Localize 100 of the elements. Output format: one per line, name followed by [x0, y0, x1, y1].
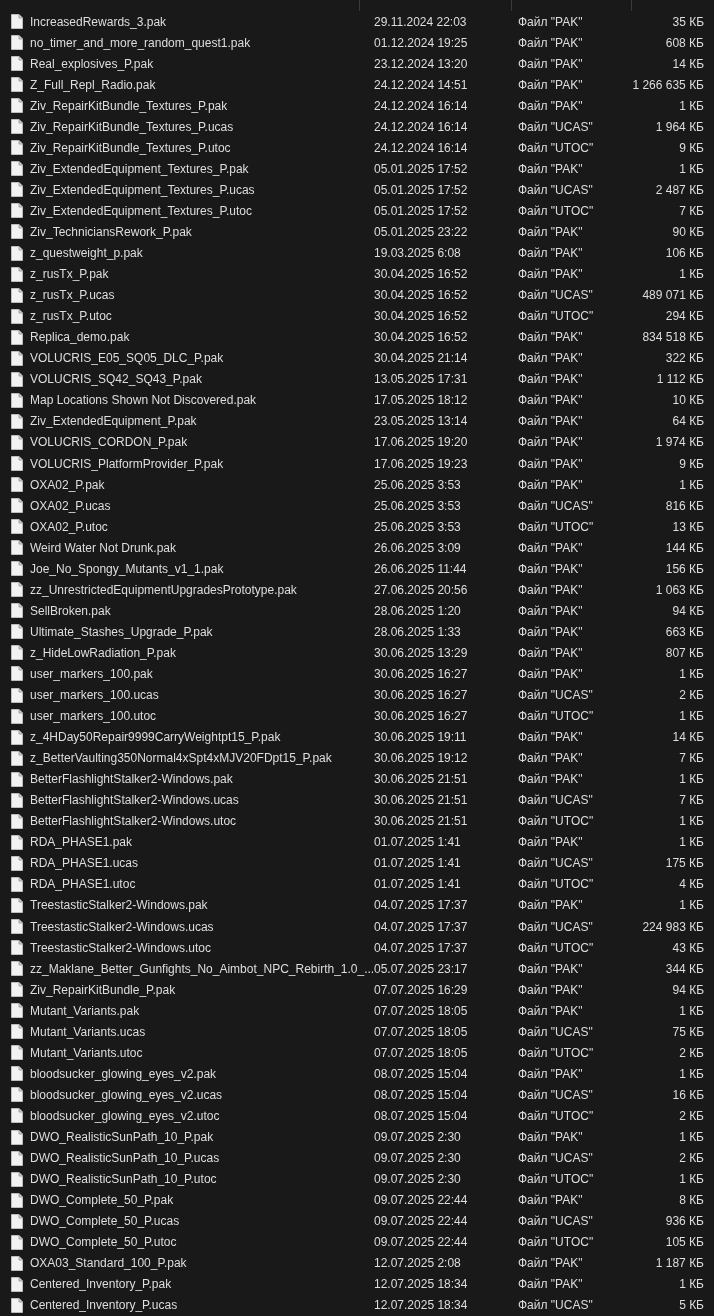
file-name[interactable]: Ziv_ExtendedEquipment_Textures_P.utoc	[30, 203, 252, 218]
file-icon	[11, 287, 23, 303]
file-name[interactable]: user_markers_100.ucas	[30, 688, 159, 702]
file-icon	[11, 876, 23, 892]
file-name[interactable]: zz_Maklane_Better_Gunfights_No_Aimbot_NPC_Rebirth_1.0_...	[30, 961, 375, 976]
file-name[interactable]: user_markers_100.pak	[30, 666, 153, 681]
date-modified: 30.06.2025 19:12	[374, 751, 468, 766]
file-name[interactable]: Ziv_ExtendedEquipment_P.pak	[30, 414, 197, 429]
file-icon	[11, 729, 23, 745]
file-type: Файл "UTOC"	[518, 140, 594, 155]
file-name[interactable]: Ziv_RepairKitBundle_P.pak	[30, 982, 176, 997]
file-name[interactable]: VOLUCRIS_E05_SQ05_DLC_P.pak	[30, 351, 224, 366]
file-name[interactable]: zz_UnrestrictedEquipmentUpgradesPrototype.pak	[30, 582, 297, 597]
file-size: 7 КБ	[679, 751, 704, 766]
file-name[interactable]: z_BetterVaulting350Normal4xSpt4xMJV20FDpt15_P.pak	[30, 751, 332, 766]
file-name[interactable]: Ziv_TechniciansRework_P.pak	[30, 225, 192, 239]
file-type: Файл "PAK"	[518, 393, 583, 408]
file-name[interactable]: Z_Full_Repl_Radio.pak	[30, 77, 156, 92]
file-type: Файл "PAK"	[518, 161, 583, 176]
date-modified: 01.12.2024 19:25	[374, 35, 468, 50]
file-name[interactable]: bloodsucker_glowing_eyes_v2.ucas	[30, 1087, 223, 1102]
file-name[interactable]: VOLUCRIS_SQ42_SQ43_P.pak	[30, 372, 202, 387]
file-name[interactable]: DWO_Complete_50_P.pak	[30, 1193, 174, 1208]
date-modified: 07.07.2025 18:05	[374, 1045, 468, 1060]
file-name[interactable]: Ziv_RepairKitBundle_Textures_P.ucas	[30, 119, 234, 134]
date-modified: 25.06.2025 3:53	[374, 519, 461, 534]
file-name[interactable]: OXA02_P.pak	[30, 477, 105, 492]
file-name[interactable]: z_4HDay50Repair9999CarryWeightpt15_P.pak	[30, 730, 281, 745]
file-icon	[11, 792, 23, 808]
file-size: 834 518 КБ	[642, 330, 704, 345]
file-name[interactable]: RDA_PHASE1.utoc	[30, 877, 136, 892]
file-name[interactable]: Replica_demo.pak	[30, 330, 130, 345]
file-name[interactable]: Ziv_RepairKitBundle_Textures_P.pak	[30, 98, 228, 113]
file-icon	[11, 119, 23, 135]
file-name[interactable]: bloodsucker_glowing_eyes_v2.pak	[30, 1066, 217, 1081]
file-name[interactable]: Ultimate_Stashes_Upgrade_P.pak	[30, 624, 213, 639]
file-name[interactable]: user_markers_100.utoc	[30, 709, 157, 724]
date-modified: 28.06.2025 1:20	[374, 603, 461, 618]
file-name[interactable]: IncreasedRewards_3.pak	[30, 14, 167, 29]
file-name[interactable]: Centered_Inventory_P.ucas	[30, 1298, 178, 1313]
file-name[interactable]: BetterFlashlightStalker2-Windows.pak	[30, 772, 233, 787]
file-name[interactable]: z_rusTx_P.utoc	[30, 309, 112, 324]
file-icon	[11, 561, 23, 577]
file-name[interactable]: SellBroken.pak	[30, 603, 111, 618]
file-name[interactable]: Mutant_Variants.pak	[30, 1003, 140, 1018]
file-name[interactable]: Ziv_ExtendedEquipment_Textures_P.ucas	[30, 182, 255, 197]
file-icon	[11, 456, 23, 471]
date-modified: 08.07.2025 15:04	[374, 1066, 468, 1081]
file-name[interactable]: bloodsucker_glowing_eyes_v2.utoc	[30, 1108, 220, 1123]
file-name[interactable]: Ziv_ExtendedEquipment_Textures_P.pak	[30, 161, 249, 176]
file-size: 64 КБ	[672, 414, 704, 429]
file-name[interactable]: DWO_RealisticSunPath_10_P.pak	[30, 1130, 214, 1144]
date-modified: 24.12.2024 16:14	[374, 140, 468, 155]
file-type: Файл "UCAS"	[518, 1214, 593, 1229]
file-size: 14 КБ	[672, 730, 704, 745]
file-size: 14 КБ	[672, 56, 704, 71]
file-name[interactable]: VOLUCRIS_PlatformProvider_P.pak	[30, 456, 224, 471]
file-name[interactable]: z_rusTx_P.pak	[30, 267, 109, 282]
date-modified: 26.06.2025 3:09	[374, 540, 461, 555]
file-icon	[11, 350, 23, 366]
file-type: Файл "UTOC"	[518, 940, 594, 955]
file-icon	[11, 1276, 23, 1292]
file-name[interactable]: TreestasticStalker2-Windows.pak	[30, 898, 208, 913]
file-name[interactable]: z_HideLowRadiation_P.pak	[30, 645, 176, 660]
file-name[interactable]: TreestasticStalker2-Windows.utoc	[30, 940, 211, 955]
file-name[interactable]: DWO_Complete_50_P.ucas	[30, 1214, 180, 1229]
file-size: 224 983 КБ	[642, 919, 704, 934]
file-name[interactable]: RDA_PHASE1.ucas	[30, 856, 139, 871]
file-type: Файл "PAK"	[518, 835, 583, 850]
date-modified: 05.07.2025 23:17	[374, 961, 468, 976]
file-type: Файл "UTOC"	[518, 814, 594, 829]
file-name[interactable]: z_questweight_p.pak	[30, 246, 143, 261]
file-size: 43 КБ	[672, 940, 704, 955]
file-name[interactable]: DWO_RealisticSunPath_10_P.ucas	[30, 1151, 220, 1166]
file-name[interactable]: Map Locations Shown Not Discovered.pak	[30, 393, 257, 408]
file-name[interactable]: TreestasticStalker2-Windows.ucas	[30, 919, 214, 934]
file-type: Файл "PAK"	[518, 35, 583, 50]
file-name[interactable]: DWO_Complete_50_P.utoc	[30, 1235, 177, 1250]
file-size: 322 КБ	[665, 351, 704, 366]
file-name[interactable]: OXA02_P.ucas	[30, 498, 111, 513]
file-name[interactable]: BetterFlashlightStalker2-Windows.utoc	[30, 814, 237, 829]
file-name[interactable]: Mutant_Variants.utoc	[30, 1045, 143, 1060]
file-name[interactable]: Mutant_Variants.ucas	[30, 1024, 146, 1039]
file-name[interactable]: OXA03_Standard_100_P.pak	[30, 1256, 187, 1271]
file-icon	[11, 477, 23, 493]
file-name[interactable]: z_rusTx_P.ucas	[30, 288, 115, 303]
file-name[interactable]: RDA_PHASE1.pak	[30, 835, 133, 850]
file-name[interactable]: Joe_No_Spongy_Mutants_v1_1.pak	[30, 561, 224, 576]
file-size: 816 КБ	[665, 498, 704, 513]
file-name[interactable]: BetterFlashlightStalker2-Windows.ucas	[30, 793, 239, 808]
file-name[interactable]: Weird Water Not Drunk.pak	[30, 540, 177, 555]
file-name[interactable]: Ziv_RepairKitBundle_Textures_P.utoc	[30, 140, 231, 155]
file-name[interactable]: VOLUCRIS_CORDON_P.pak	[30, 435, 188, 450]
file-name[interactable]: no_timer_and_more_random_quest1.pak	[30, 35, 251, 50]
file-name[interactable]: DWO_RealisticSunPath_10_P.utoc	[30, 1172, 217, 1187]
file-name[interactable]: Real_explosives_P.pak	[30, 56, 154, 71]
file-size: 2 487 КБ	[655, 182, 704, 197]
file-name[interactable]: Centered_Inventory_P.pak	[30, 1277, 172, 1292]
file-name[interactable]: OXA02_P.utoc	[30, 519, 108, 534]
file-icon	[11, 603, 23, 619]
